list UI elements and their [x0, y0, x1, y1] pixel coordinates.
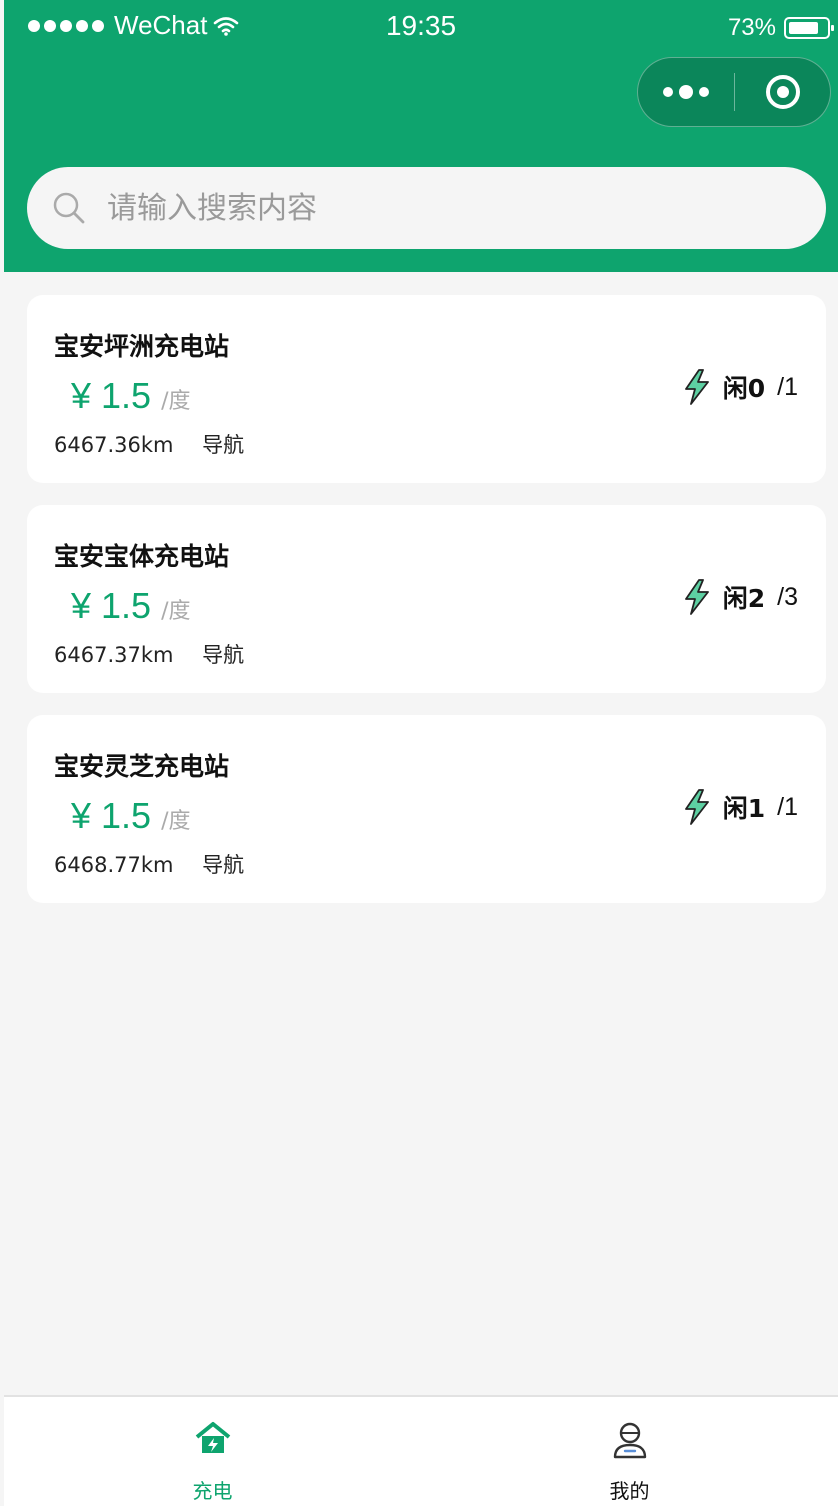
station-meta: 6468.77km 导航 — [54, 849, 244, 879]
lightning-bolt-icon — [684, 369, 709, 405]
total-count: /1 — [777, 792, 798, 821]
station-name: 宝安灵芝充电站 — [54, 752, 230, 781]
tab-bar: 充电 我的 — [4, 1395, 838, 1506]
price: ¥ 1.5 /度 — [71, 585, 191, 627]
status-bar: WeChat 19:35 73% — [4, 0, 838, 56]
battery-icon — [784, 17, 834, 39]
price-value: ¥ 1.5 — [71, 585, 152, 626]
station-card[interactable]: 宝安宝体充电站 ¥ 1.5 /度 6467.37km 导航 闲2 /3 — [27, 505, 826, 693]
price-value: ¥ 1.5 — [71, 795, 152, 836]
user-profile-icon — [613, 1422, 646, 1459]
idle-count: 闲2 — [722, 584, 766, 613]
search-bar[interactable] — [27, 167, 826, 249]
distance: 6468.77km — [54, 853, 174, 877]
total-count: /3 — [777, 582, 798, 611]
availability: 闲0 /1 — [683, 369, 798, 405]
idle-count: 闲1 — [722, 794, 766, 823]
price: ¥ 1.5 /度 — [71, 795, 191, 837]
battery-percent: 73% — [727, 14, 776, 41]
mini-program-capsule — [637, 57, 831, 127]
price-unit: /度 — [161, 389, 191, 414]
availability: 闲2 /3 — [683, 579, 798, 615]
station-card[interactable]: 宝安坪洲充电站 ¥ 1.5 /度 6467.36km 导航 闲0 /1 — [27, 295, 826, 483]
search-input[interactable] — [105, 189, 749, 227]
header: WeChat 19:35 73% — [4, 0, 838, 272]
charging-home-icon — [195, 1422, 230, 1453]
search-icon — [53, 192, 85, 224]
station-card[interactable]: 宝安灵芝充电站 ¥ 1.5 /度 6468.77km 导航 闲1 /1 — [27, 715, 826, 903]
lightning-bolt-icon — [684, 579, 709, 615]
navigate-link[interactable]: 导航 — [202, 433, 244, 457]
distance: 6467.36km — [54, 433, 174, 457]
clock: 19:35 — [385, 10, 457, 41]
price-unit: /度 — [161, 599, 191, 624]
total-count: /1 — [777, 372, 798, 401]
battery-status: 73% — [727, 14, 834, 42]
availability: 闲1 /1 — [683, 789, 798, 825]
station-name: 宝安坪洲充电站 — [54, 332, 230, 361]
tab-mine[interactable]: 我的 — [421, 1397, 838, 1506]
target-close-icon — [765, 75, 800, 109]
tab-charging[interactable]: 充电 — [4, 1397, 421, 1506]
price-value: ¥ 1.5 — [71, 375, 152, 416]
tab-label: 我的 — [609, 1479, 650, 1503]
distance: 6467.37km — [54, 643, 174, 667]
lightning-bolt-icon — [684, 789, 709, 825]
price: ¥ 1.5 /度 — [71, 375, 191, 417]
navigate-link[interactable]: 导航 — [202, 643, 244, 667]
close-mini-program-button[interactable] — [735, 75, 830, 109]
idle-count: 闲0 — [722, 374, 766, 403]
station-meta: 6467.36km 导航 — [54, 429, 244, 459]
navigate-link[interactable]: 导航 — [202, 853, 244, 877]
station-name: 宝安宝体充电站 — [54, 542, 230, 571]
more-dots-icon[interactable] — [638, 58, 734, 126]
tab-label: 充电 — [192, 1479, 233, 1503]
station-meta: 6467.37km 导航 — [54, 639, 244, 669]
price-unit: /度 — [161, 809, 191, 834]
